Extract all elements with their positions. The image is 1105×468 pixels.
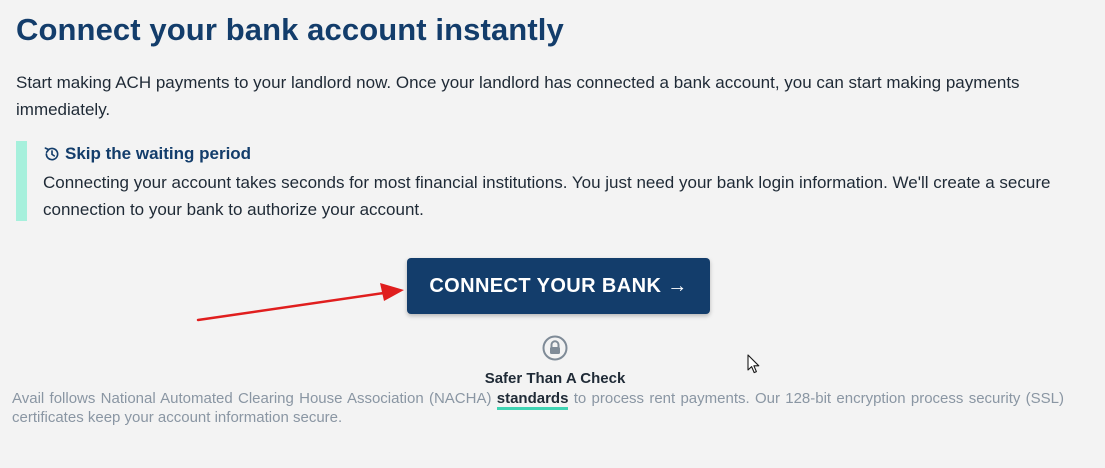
intro-text: Start making ACH payments to your landlo… — [16, 73, 1020, 119]
history-clock-icon — [44, 147, 59, 161]
connect-your-bank-button[interactable]: CONNECT YOUR BANK → — [407, 258, 710, 314]
page-title: Connect your bank account instantly — [16, 12, 564, 47]
security-disclaimer: Avail follows National Automated Clearin… — [12, 389, 1064, 427]
callout-title: Skip the waiting period — [65, 144, 252, 163]
safer-than-check-title: Safer Than A Check — [484, 370, 626, 387]
lock-icon — [542, 335, 568, 361]
skip-waiting-callout: Skip the waiting period Connecting your … — [16, 141, 1091, 221]
mouse-pointer-icon — [747, 354, 760, 374]
disclaimer-text-before: Avail follows National Automated Clearin… — [12, 390, 497, 407]
standards-link[interactable]: standards — [496, 390, 569, 410]
callout-body: Connecting your account takes seconds fo… — [43, 173, 1051, 219]
callout-header: Skip the waiting period — [43, 141, 1091, 167]
